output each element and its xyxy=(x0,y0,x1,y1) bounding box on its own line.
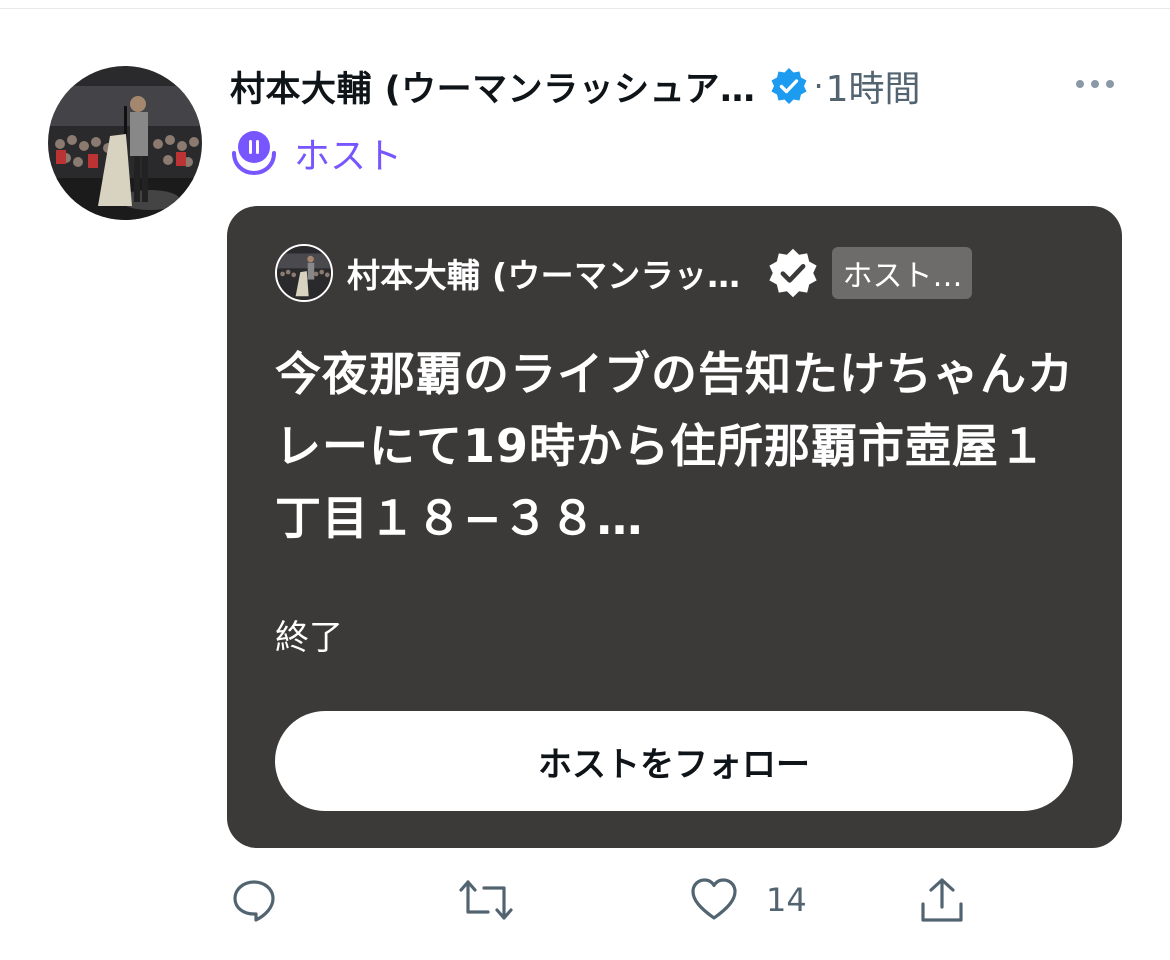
space-host-row: 村本大輔 (ウーマンラッ… ホスト… xyxy=(275,244,1075,302)
share-button[interactable] xyxy=(918,870,966,930)
tweet-header: 村本大輔 (ウーマンラッシュア… · 1時間 xyxy=(230,60,921,112)
host-role: ホスト xyxy=(230,128,402,178)
space-card[interactable]: 村本大輔 (ウーマンラッ… ホスト… 今夜那覇のライブの告知たけちゃんカレーにて… xyxy=(227,206,1122,848)
tweet-actions: 14 xyxy=(0,870,1170,930)
like-button[interactable]: 14 xyxy=(690,870,807,930)
space-status: 終了 xyxy=(275,618,343,658)
share-icon xyxy=(918,876,966,924)
heart-icon xyxy=(690,876,738,924)
retweet-icon xyxy=(458,876,514,924)
follow-host-button[interactable]: ホストをフォロー xyxy=(275,711,1073,811)
host-tag: ホスト… xyxy=(832,247,973,299)
verified-badge-icon xyxy=(766,246,820,300)
spaces-mic-icon xyxy=(230,129,278,177)
like-count: 14 xyxy=(766,881,807,919)
space-title: 今夜那覇のライブの告知たけちゃんカレーにて19時から住所那覇市壺屋１丁目１８−３… xyxy=(275,347,1074,545)
host-name[interactable]: 村本大輔 (ウーマンラッ… xyxy=(347,249,740,297)
reply-button[interactable] xyxy=(230,870,278,930)
retweet-button[interactable] xyxy=(458,870,514,930)
verified-badge-icon xyxy=(769,66,809,106)
host-role-label: ホスト xyxy=(294,136,403,177)
timestamp[interactable]: 1時間 xyxy=(826,60,921,112)
more-dots-icon[interactable] xyxy=(1074,72,1116,96)
avatar[interactable] xyxy=(48,66,202,220)
time-separator: · xyxy=(813,67,824,105)
host-avatar[interactable] xyxy=(275,244,333,302)
reply-icon xyxy=(230,876,278,924)
divider xyxy=(0,8,1170,9)
display-name[interactable]: 村本大輔 (ウーマンラッシュア… xyxy=(230,61,755,112)
